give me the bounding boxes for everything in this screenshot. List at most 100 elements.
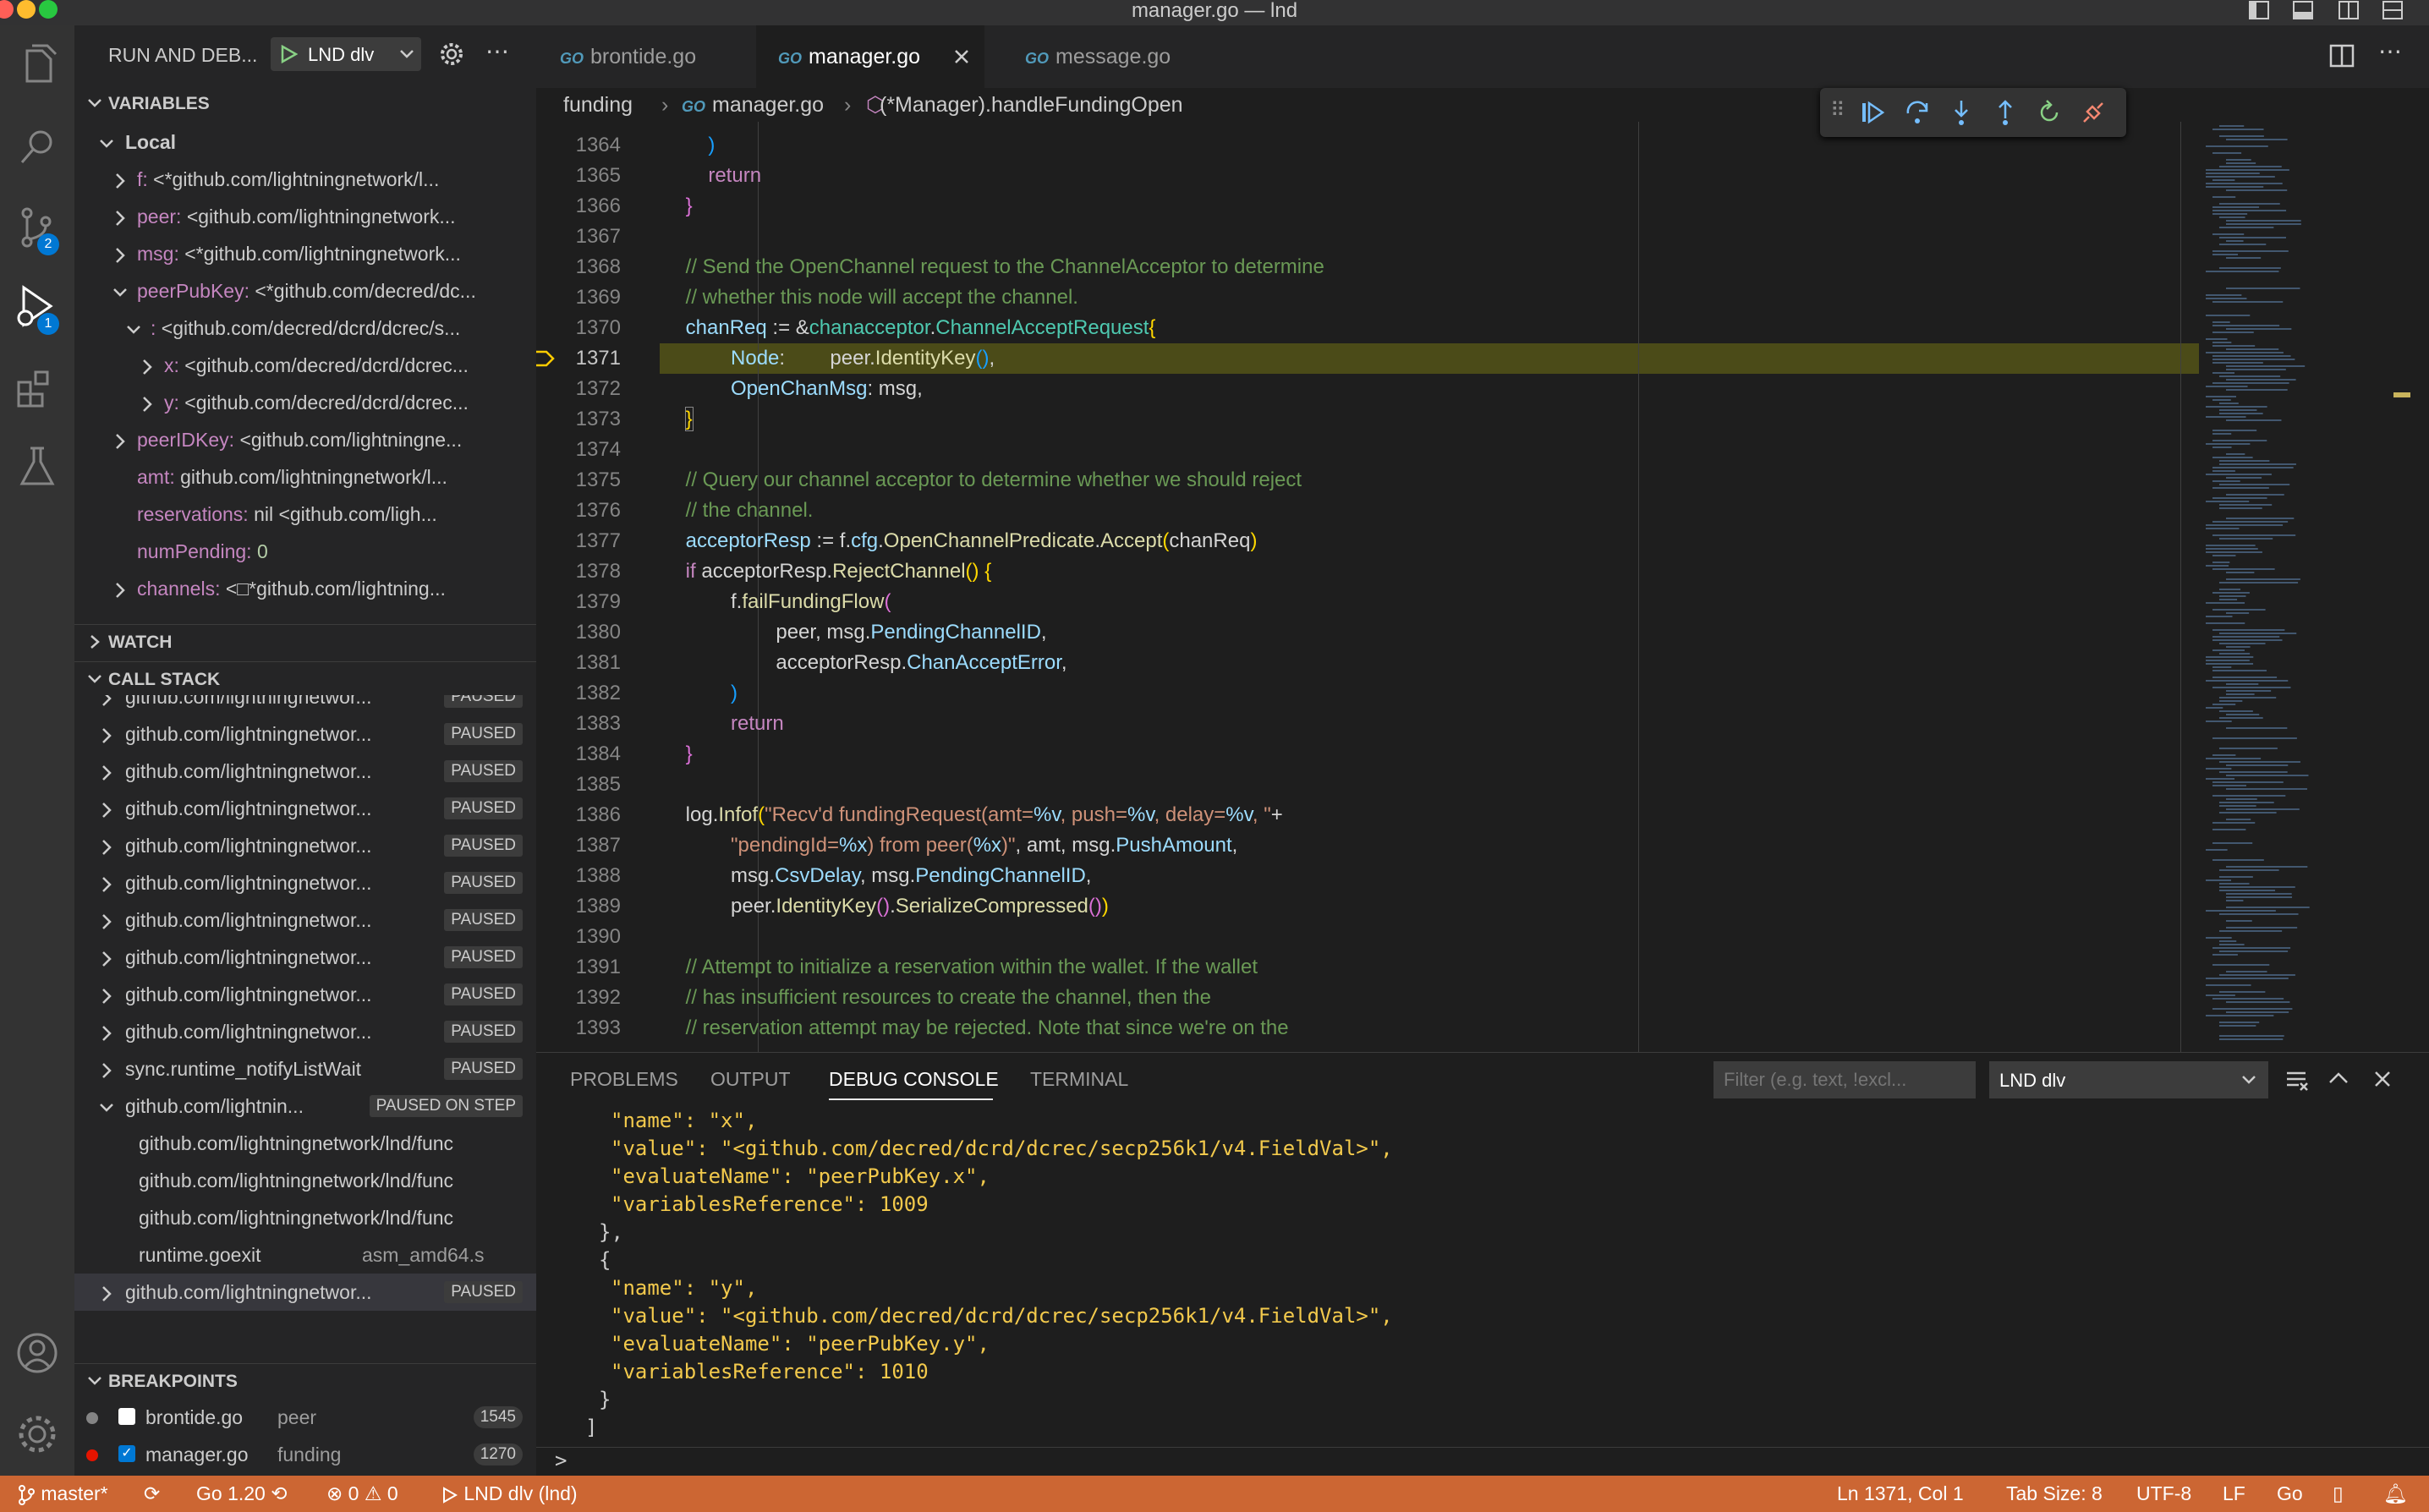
- go-version[interactable]: Go 1.20 ⟲: [196, 1476, 288, 1512]
- debug-session-indicator[interactable]: LND dlv (lnd): [440, 1476, 578, 1512]
- editor-more-actions-icon[interactable]: ⋯: [2378, 37, 2402, 65]
- code-line: log.Infof("Recv'd fundingRequest(amt=%v,…: [663, 803, 1283, 826]
- continue-icon[interactable]: [1859, 98, 1888, 127]
- stack-frame[interactable]: runtime.goexit asm_amd64.s: [74, 1236, 536, 1274]
- breadcrumb-file[interactable]: manager.go: [712, 93, 824, 117]
- variable-row[interactable]: f: <*github.com/lightningnetwork/l...: [74, 161, 536, 198]
- thread-row[interactable]: github.com/lightningnetwor... PAUSED: [74, 1013, 536, 1050]
- variable-row[interactable]: peerPubKey: <*github.com/decred/dc...: [74, 272, 536, 310]
- variable-row[interactable]: peer: <github.com/lightningnetwork...: [74, 198, 536, 235]
- tab-message[interactable]: GO message.go: [984, 25, 1204, 88]
- clear-console-icon[interactable]: [2284, 1068, 2309, 1093]
- breakpoint-row[interactable]: ✓ manager.go funding 1270: [74, 1436, 536, 1473]
- variable-row[interactable]: peerIDKey: <github.com/lightningne...: [74, 421, 536, 458]
- eol[interactable]: LF: [2223, 1476, 2245, 1512]
- thread-row[interactable]: github.com/lightningnetwor... PAUSED: [74, 790, 536, 827]
- search-icon[interactable]: [12, 122, 63, 173]
- variable-row[interactable]: msg: <*github.com/lightningnetwork...: [74, 235, 536, 272]
- code-editor[interactable]: 1364 1365 1366 1367 1368 1369 1370 1371 1372 1373…: [536, 122, 2429, 1052]
- encoding[interactable]: UTF-8: [2136, 1476, 2191, 1512]
- stack-frame[interactable]: github.com/lightningnetwork/lnd/func: [74, 1125, 536, 1162]
- console-line: }: [599, 1388, 611, 1411]
- step-over-icon[interactable]: [1903, 98, 1932, 127]
- code-line: peer.IdentityKey().SerializeCompressed()…: [663, 895, 1109, 918]
- extensions-icon[interactable]: [12, 364, 63, 414]
- thread-row[interactable]: github.com/lightningnetwor... PAUSED: [74, 715, 536, 753]
- breadcrumb-symbol[interactable]: (*Manager).handleFundingOpen: [880, 88, 1183, 122]
- account-icon[interactable]: [12, 1328, 63, 1378]
- variable-row[interactable]: x: <github.com/decred/dcrd/dcrec...: [74, 347, 536, 384]
- tab-output[interactable]: OUTPUT: [710, 1068, 791, 1091]
- layout-controls-icon[interactable]: [2246, 0, 2415, 22]
- source-control-icon[interactable]: 2: [12, 203, 63, 255]
- run-debug-icon[interactable]: 1: [12, 282, 63, 335]
- step-into-icon[interactable]: [1947, 98, 1976, 127]
- chevron-down-icon: [2242, 1076, 2256, 1084]
- stack-frame[interactable]: github.com/lightningnetwork/lnd/func: [74, 1199, 536, 1236]
- tab-manager[interactable]: GO manager.go: [756, 25, 984, 88]
- disconnect-icon[interactable]: [2079, 98, 2108, 127]
- thread-row[interactable]: github.com/lightningnetwor... PAUSED: [74, 695, 536, 715]
- debug-settings-gear-icon[interactable]: [438, 41, 465, 68]
- problems-indicator[interactable]: ⊗ 0 ⚠ 0: [326, 1476, 398, 1512]
- variable-row[interactable]: reservations: nil <github.com/ligh...: [74, 496, 536, 533]
- minimap[interactable]: [2199, 122, 2410, 1052]
- thread-row[interactable]: github.com/lightningnetwor... PAUSED: [74, 827, 536, 864]
- breadcrumb-folder[interactable]: funding: [563, 88, 633, 122]
- thread-row[interactable]: github.com/lightningnetwor... PAUSED: [74, 976, 536, 1013]
- branch-indicator[interactable]: master*: [17, 1476, 108, 1512]
- step-out-icon[interactable]: [1991, 98, 2020, 127]
- watch-section-header[interactable]: WATCH: [74, 624, 536, 659]
- variable-row[interactable]: amt: github.com/lightningnetwork/l...: [74, 458, 536, 496]
- chevron-down-icon: [127, 326, 140, 334]
- sync-icon[interactable]: ⟳: [144, 1476, 160, 1512]
- breakpoints-section-header[interactable]: BREAKPOINTS: [74, 1363, 536, 1398]
- notifications-bell-icon[interactable]: 🔔︎: [2383, 1476, 2408, 1512]
- line-number: 1376: [575, 499, 621, 522]
- language-mode[interactable]: Go: [2277, 1476, 2303, 1512]
- variable-row[interactable]: y: <github.com/decred/dcrd/dcrec...: [74, 384, 536, 421]
- explorer-icon[interactable]: [12, 42, 63, 93]
- breakpoint-checkbox-checked[interactable]: ✓: [118, 1445, 135, 1462]
- cursor-position[interactable]: Ln 1371, Col 1: [1837, 1476, 1964, 1512]
- thread-row[interactable]: sync.runtime_notifyListWait PAUSED: [74, 1050, 536, 1087]
- debug-config-select[interactable]: LND dlv: [271, 37, 421, 71]
- maximize-panel-icon[interactable]: [2328, 1070, 2349, 1087]
- variable-row[interactable]: numPending: 0: [74, 533, 536, 570]
- restart-icon[interactable]: [2035, 98, 2064, 127]
- more-actions-icon[interactable]: ⋯: [485, 37, 509, 65]
- line-number: 1377: [575, 529, 621, 552]
- start-debugging-icon[interactable]: [279, 45, 298, 63]
- layout-icon[interactable]: ▯: [2333, 1476, 2344, 1512]
- close-tab-icon[interactable]: [954, 49, 969, 64]
- close-panel-icon[interactable]: [2373, 1070, 2392, 1088]
- tab-terminal[interactable]: TERMINAL: [1030, 1068, 1128, 1091]
- tab-brontide[interactable]: GO brontide.go: [536, 25, 756, 88]
- call-stack-section-header[interactable]: CALL STACK: [74, 661, 536, 696]
- thread-row[interactable]: github.com/lightningnetwor... PAUSED: [74, 1274, 536, 1311]
- debug-console-filter-input[interactable]: [1713, 1061, 1976, 1098]
- thread-row[interactable]: github.com/lightningnetwor... PAUSED: [74, 864, 536, 901]
- variable-row[interactable]: channels: <□*github.com/lightning...: [74, 570, 536, 607]
- split-editor-icon[interactable]: [2329, 44, 2356, 69]
- stack-frame[interactable]: github.com/lightningnetwork/lnd/func: [74, 1162, 536, 1199]
- drag-handle-icon[interactable]: ⠿: [1830, 98, 1845, 123]
- scope-local[interactable]: Local: [74, 123, 536, 161]
- thread-row[interactable]: github.com/lightningnetwor... PAUSED: [74, 939, 536, 976]
- tab-debug-console[interactable]: DEBUG CONSOLE: [829, 1068, 999, 1091]
- thread-row-paused-on-step[interactable]: github.com/lightnin... PAUSED ON STEP: [74, 1087, 536, 1125]
- call-stack-list: github.com/lightningnetwor... PAUSED git…: [74, 695, 536, 1389]
- code-line: chanReq := &chanacceptor.ChannelAcceptRe…: [685, 316, 1156, 339]
- variables-section-header[interactable]: VARIABLES: [74, 86, 536, 120]
- testing-icon[interactable]: [12, 443, 63, 494]
- variable-row[interactable]: : <github.com/decred/dcrd/dcrec/s...: [74, 310, 536, 347]
- debug-session-select[interactable]: LND dlv: [1989, 1061, 2268, 1098]
- breakpoint-row[interactable]: brontide.go peer 1545: [74, 1399, 536, 1436]
- tab-problems[interactable]: PROBLEMS: [570, 1068, 678, 1091]
- manage-gear-icon[interactable]: [12, 1409, 63, 1460]
- tab-size[interactable]: Tab Size: 8: [2006, 1476, 2103, 1512]
- breakpoint-checkbox[interactable]: [118, 1408, 135, 1425]
- thread-row[interactable]: github.com/lightningnetwor... PAUSED: [74, 901, 536, 939]
- debug-console-input[interactable]: [580, 1450, 2415, 1474]
- thread-row[interactable]: github.com/lightningnetwor... PAUSED: [74, 753, 536, 790]
